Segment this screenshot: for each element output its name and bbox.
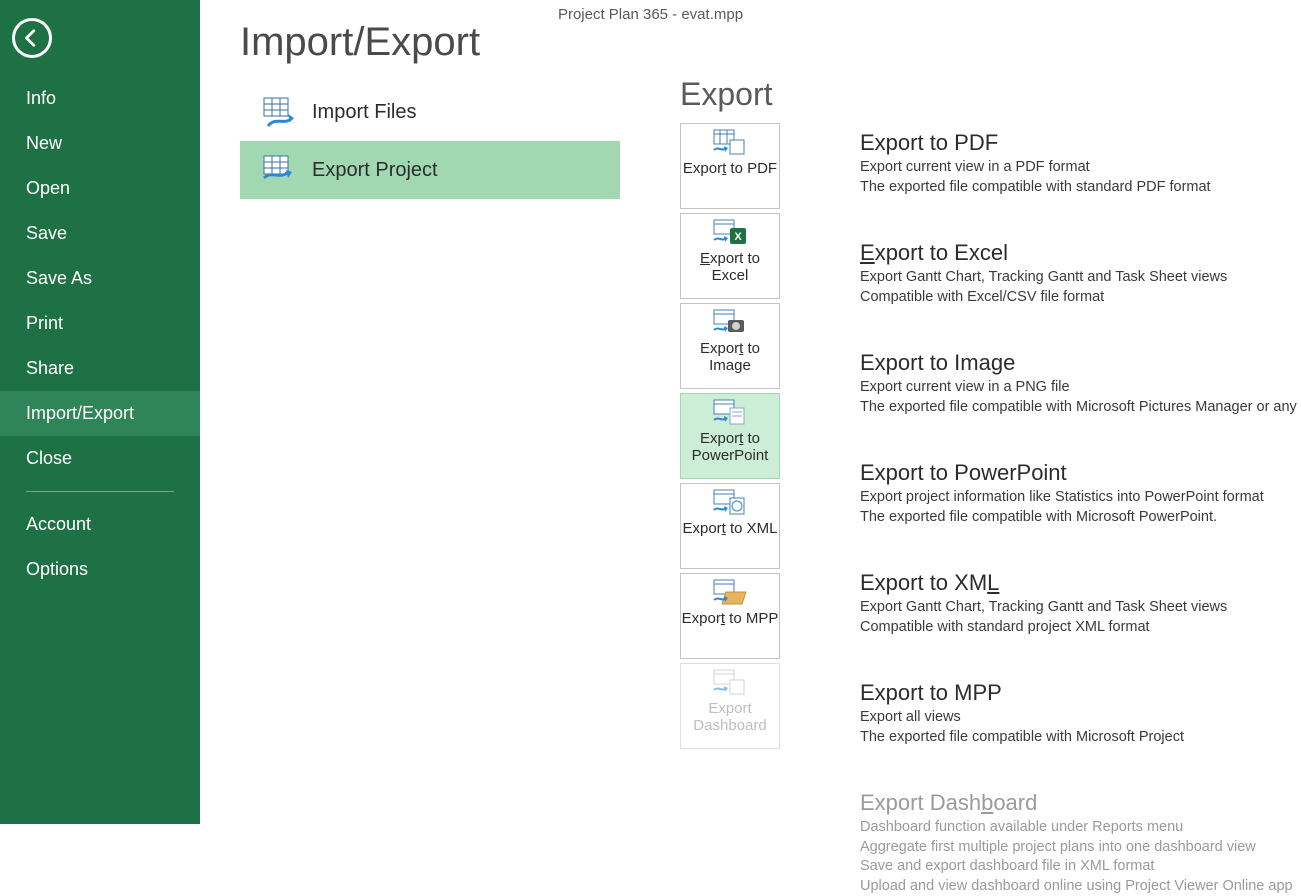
backstage-main: Import/Export Import Files Export Projec… <box>200 0 1301 824</box>
export-tile-excel[interactable]: X Export to Excel <box>680 213 780 299</box>
sidebar-divider <box>26 491 174 492</box>
export-desc-dashboard-title: Export Dashboard <box>860 790 1301 816</box>
export-heading: Export <box>680 76 800 113</box>
export-desc-excel-line: Compatible with Excel/CSV file format <box>860 288 1301 308</box>
export-tile-dashboard: Export Dashboard <box>680 663 780 749</box>
page-title: Import/Export <box>240 20 620 65</box>
export-tile-mpp[interactable]: Export to MPP <box>680 573 780 659</box>
export-desc-dashboard-line: Upload and view dashboard online using P… <box>860 877 1301 896</box>
export-desc-image: Export to ImageExport current view in a … <box>860 350 1301 436</box>
export-tile-powerpoint[interactable]: Export to PowerPoint <box>680 393 780 479</box>
sidebar-item-account[interactable]: Account <box>0 502 200 547</box>
export-project-icon <box>258 150 298 190</box>
export-tile-pdf[interactable]: Export to PDF <box>680 123 780 209</box>
export-desc-xml-line: Export Gantt Chart, Tracking Gantt and T… <box>860 598 1301 618</box>
export-desc-excel: Export to ExcelExport Gantt Chart, Track… <box>860 240 1301 326</box>
export-tile-excel-label: Export to Excel <box>681 250 779 285</box>
import-files-icon <box>258 92 298 132</box>
import-files-button[interactable]: Import Files <box>240 83 620 141</box>
export-desc-mpp-title: Export to MPP <box>860 680 1301 706</box>
import-files-label: Import Files <box>312 101 416 124</box>
export-desc-powerpoint-line: The exported file compatible with Micros… <box>860 508 1301 528</box>
export-project-button[interactable]: Export Project <box>240 141 620 199</box>
sidebar-item-close[interactable]: Close <box>0 436 200 481</box>
export-xml-icon <box>712 488 748 518</box>
export-tiles-column: Export Export to PDF X Export to Excel E… <box>680 76 800 824</box>
export-desc-mpp: Export to MPPExport all viewsThe exporte… <box>860 680 1301 766</box>
export-desc-pdf: Export to PDFExport current view in a PD… <box>860 130 1301 216</box>
export-tile-image-label: Export to Image <box>681 340 779 375</box>
export-desc-powerpoint-line: Export project information like Statisti… <box>860 488 1301 508</box>
export-tile-dashboard-label: Export Dashboard <box>681 700 779 735</box>
sidebar-item-print[interactable]: Print <box>0 301 200 346</box>
arrow-left-icon <box>21 27 43 49</box>
export-pdf-icon <box>712 128 748 158</box>
export-desc-pdf-title: Export to PDF <box>860 130 1301 156</box>
export-desc-pdf-line: Export current view in a PDF format <box>860 158 1301 178</box>
sidebar-item-save[interactable]: Save <box>0 211 200 256</box>
export-mpp-icon <box>712 578 748 608</box>
sidebar-item-open[interactable]: Open <box>0 166 200 211</box>
export-desc-image-title: Export to Image <box>860 350 1301 376</box>
export-tile-mpp-label: Export to MPP <box>682 610 779 627</box>
export-desc-xml-line: Compatible with standard project XML for… <box>860 618 1301 638</box>
export-desc-image-line: Export current view in a PNG file <box>860 378 1301 398</box>
backstage-sidebar: InfoNewOpenSaveSave AsPrintShareImport/E… <box>0 0 200 824</box>
svg-text:X: X <box>734 231 742 243</box>
export-tile-xml[interactable]: Export to XML <box>680 483 780 569</box>
export-project-label: Export Project <box>312 159 438 182</box>
sidebar-item-new[interactable]: New <box>0 121 200 166</box>
export-desc-xml-title: Export to XML <box>860 570 1301 596</box>
export-desc-dashboard-line: Dashboard function available under Repor… <box>860 818 1301 838</box>
export-image-icon <box>712 308 748 338</box>
export-tile-powerpoint-label: Export to PowerPoint <box>681 430 779 465</box>
export-powerpoint-icon <box>712 398 748 428</box>
sidebar-item-import-export[interactable]: Import/Export <box>0 391 200 436</box>
export-descriptions-column: Export to PDFExport current view in a PD… <box>860 130 1301 824</box>
export-desc-dashboard: Export DashboardDashboard function avail… <box>860 790 1301 896</box>
export-desc-powerpoint: Export to PowerPointExport project infor… <box>860 460 1301 546</box>
export-tile-pdf-label: Export to PDF <box>683 160 777 177</box>
sidebar-item-share[interactable]: Share <box>0 346 200 391</box>
export-tile-image[interactable]: Export to Image <box>680 303 780 389</box>
export-desc-mpp-line: The exported file compatible with Micros… <box>860 728 1301 748</box>
export-tile-xml-label: Export to XML <box>682 520 777 537</box>
export-dashboard-icon <box>712 668 748 698</box>
back-button[interactable] <box>12 18 52 58</box>
export-desc-image-line: The exported file compatible with Micros… <box>860 398 1301 418</box>
export-excel-icon: X <box>712 218 748 248</box>
sidebar-item-info[interactable]: Info <box>0 76 200 121</box>
export-desc-excel-title: Export to Excel <box>860 240 1301 266</box>
export-desc-dashboard-line: Save and export dashboard file in XML fo… <box>860 857 1301 877</box>
export-desc-dashboard-line: Aggregate first multiple project plans i… <box>860 838 1301 858</box>
export-desc-xml: Export to XMLExport Gantt Chart, Trackin… <box>860 570 1301 656</box>
sidebar-item-save-as[interactable]: Save As <box>0 256 200 301</box>
export-desc-excel-line: Export Gantt Chart, Tracking Gantt and T… <box>860 268 1301 288</box>
export-desc-mpp-line: Export all views <box>860 708 1301 728</box>
sidebar-item-options[interactable]: Options <box>0 547 200 592</box>
export-desc-pdf-line: The exported file compatible with standa… <box>860 178 1301 198</box>
import-export-panel: Import/Export Import Files Export Projec… <box>240 20 620 824</box>
export-desc-powerpoint-title: Export to PowerPoint <box>860 460 1301 486</box>
